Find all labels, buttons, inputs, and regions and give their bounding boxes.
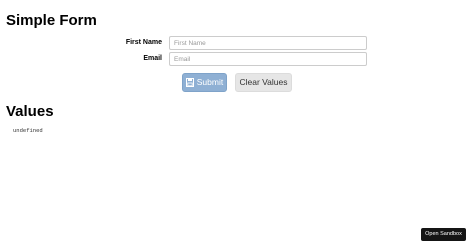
page: Simple Form First Name Email Submit Clea…	[0, 0, 474, 248]
form-title: Simple Form	[6, 12, 97, 29]
values-output: undefined	[13, 127, 43, 134]
clear-values-button[interactable]: Clear Values	[235, 73, 292, 92]
values-title: Values	[6, 103, 54, 120]
email-label: Email	[143, 55, 162, 62]
open-sandbox-button[interactable]: Open Sandbox	[421, 228, 466, 241]
save-icon	[185, 78, 194, 87]
first-name-label: First Name	[125, 39, 162, 46]
email-row: Email	[0, 52, 474, 66]
submit-button[interactable]: Submit	[182, 73, 227, 92]
submit-label: Submit	[196, 77, 224, 87]
clear-values-label: Clear Values	[239, 77, 288, 87]
first-name-input[interactable]	[169, 36, 367, 50]
first-name-row: First Name	[0, 36, 474, 50]
email-input[interactable]	[169, 52, 367, 66]
